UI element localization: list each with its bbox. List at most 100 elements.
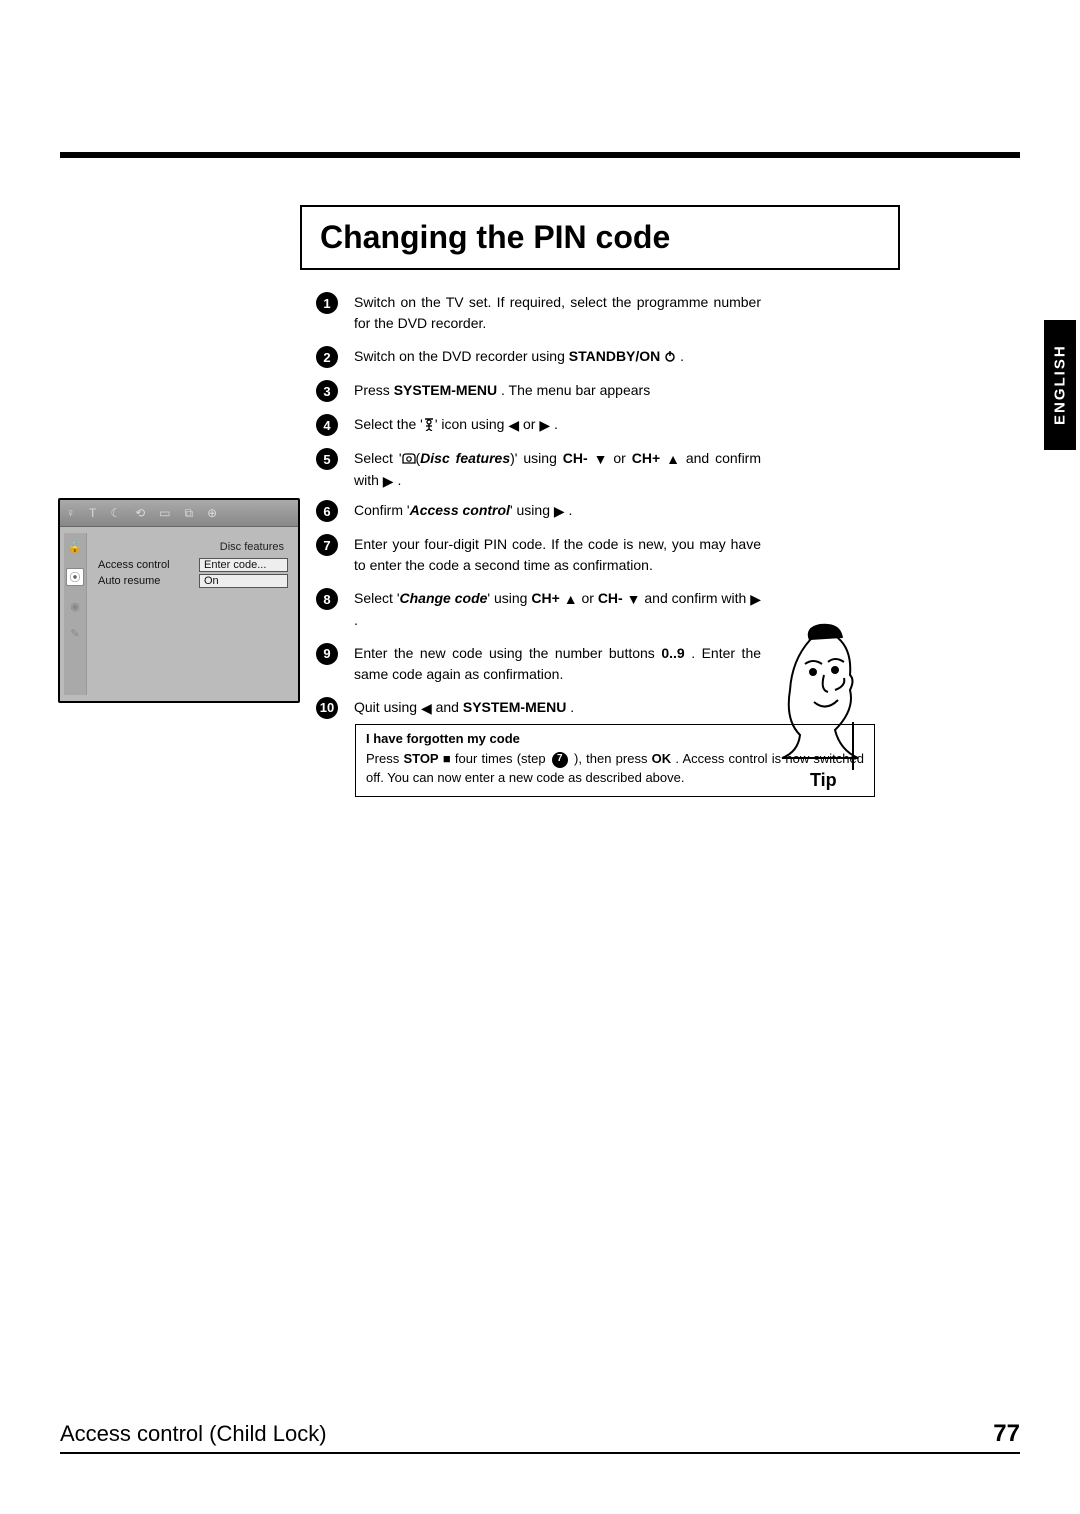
step-text: Press SYSTEM-MENU . The menu bar appears: [354, 380, 761, 401]
bold-text: OK: [652, 751, 672, 766]
text: four times (step: [451, 751, 550, 766]
left-icon: ◀: [508, 416, 519, 432]
text: .: [550, 416, 558, 432]
step-number-bullet: 9: [316, 643, 338, 665]
language-tab: ENGLISH: [1044, 320, 1076, 450]
text: ' using: [487, 590, 531, 606]
step: 10 Quit using ◀ and SYSTEM-MENU .: [316, 697, 761, 719]
section-title-box: Changing the PIN code: [300, 205, 900, 270]
text: . The menu bar appears: [497, 382, 650, 398]
emphasis-text: Change code: [400, 590, 488, 606]
text: or: [519, 416, 539, 432]
step-number-bullet: 7: [316, 534, 338, 556]
up-icon: ▲: [564, 590, 578, 606]
osd-icon: ⊕: [207, 506, 217, 520]
footer-page-number: 77: [993, 1420, 1020, 1448]
text: ' icon using: [435, 416, 509, 432]
tip-body: Press STOP ■ four times (step 7 ), then …: [366, 750, 864, 788]
osd-row-value: Enter code...: [199, 558, 288, 572]
step: 4 Select the '' icon using ◀ or ▶ .: [316, 414, 761, 436]
text: ' using: [510, 502, 554, 518]
emphasis-text: Disc features: [420, 450, 510, 466]
tip-title: I have forgotten my code: [366, 731, 864, 746]
step: 2 Switch on the DVD recorder using STANDB…: [316, 346, 761, 368]
wrench-icon: ✎: [70, 627, 79, 640]
bold-text: CH-: [563, 450, 588, 466]
step-ref-bullet: 7: [552, 752, 568, 768]
text: Enter the new code using the number butt…: [354, 645, 661, 661]
bold-text: 0..9: [661, 645, 684, 661]
step-text: Select 'Change code' using CH+ ▲ or CH- …: [354, 588, 761, 631]
section-title: Changing the PIN code: [320, 219, 880, 256]
osd-icon: ☾: [110, 506, 121, 520]
page-footer: Access control (Child Lock) 77: [60, 1420, 1020, 1454]
tip-label: Tip: [810, 770, 837, 791]
osd-row-label: Access control: [98, 559, 193, 571]
right-icon: ▶: [539, 416, 550, 432]
osd-icon: T: [89, 506, 96, 520]
osd-icon: ♀: [66, 506, 75, 520]
right-icon: ▶: [750, 590, 761, 606]
steps-block-1: 1 Switch on the TV set. If required, sele…: [316, 292, 761, 504]
up-icon: ▲: [666, 450, 680, 466]
osd-row: Access control Enter code...: [98, 557, 288, 573]
osd-heading: Disc features: [98, 541, 288, 557]
bold-text: CH-: [598, 590, 623, 606]
text: Select ': [354, 590, 400, 606]
down-icon: ▼: [627, 590, 641, 606]
text: Confirm ': [354, 502, 410, 518]
step-text: Enter your four-digit PIN code. If the c…: [354, 534, 761, 576]
step: 3 Press SYSTEM-MENU . The menu bar appear…: [316, 380, 761, 402]
step-number-bullet: 10: [316, 697, 338, 719]
bold-text: STOP: [403, 751, 438, 766]
bold-text: CH+: [632, 450, 660, 466]
osd-side-icons: 🔒 ⦿ ◉ ✎: [64, 533, 87, 695]
step-number-bullet: 1: [316, 292, 338, 314]
text: and: [432, 699, 463, 715]
text: or: [607, 450, 631, 466]
right-icon: ▶: [383, 472, 394, 488]
tip-box: I have forgotten my code Press STOP ■ fo…: [355, 724, 875, 797]
osd-topbar: ♀ T ☾ ⟲ ▭ ⧉ ⊕: [60, 500, 298, 527]
bold-text: CH+: [531, 590, 559, 606]
osd-icon: ⟲: [135, 506, 145, 520]
text: Switch on the DVD recorder using: [354, 348, 569, 364]
left-icon: ◀: [421, 699, 432, 715]
step-number-bullet: 3: [316, 380, 338, 402]
disc-icon: [402, 450, 416, 466]
step-number-bullet: 2: [316, 346, 338, 368]
text: )' using: [510, 450, 563, 466]
footer-section-title: Access control (Child Lock): [60, 1421, 327, 1447]
text: Press: [354, 382, 394, 398]
step-number-bullet: 6: [316, 500, 338, 522]
step: 9 Enter the new code using the number but…: [316, 643, 761, 685]
osd-icon: ▭: [159, 506, 170, 520]
step-text: Select the '' icon using ◀ or ▶ .: [354, 414, 761, 436]
step: 1 Switch on the TV set. If required, sele…: [316, 292, 761, 334]
step-number-bullet: 5: [316, 448, 338, 470]
step-text: Switch on the DVD recorder using STANDBY…: [354, 346, 761, 367]
text: Switch on the TV set. If required, selec…: [354, 294, 761, 331]
person-icon: [423, 416, 435, 432]
power-icon: [664, 348, 676, 364]
top-rule: [60, 152, 1020, 158]
step-text: Switch on the TV set. If required, selec…: [354, 292, 761, 334]
disc-icon: ⦿: [66, 568, 84, 586]
osd-row-value: On: [199, 574, 288, 588]
right-icon: ▶: [554, 502, 565, 518]
step: 8Select 'Change code' using CH+ ▲ or CH-…: [316, 588, 761, 631]
square-icon: ■: [443, 751, 451, 766]
text: .: [676, 348, 684, 364]
text: Enter your four-digit PIN code. If the c…: [354, 536, 761, 573]
bold-text: SYSTEM-MENU: [394, 382, 497, 398]
dot-icon: ◉: [70, 600, 80, 613]
step-text: Quit using ◀ and SYSTEM-MENU .: [354, 697, 761, 719]
bold-text: STANDBY/ON: [569, 348, 661, 364]
text: Select ': [354, 450, 402, 466]
down-icon: ▼: [594, 450, 608, 466]
text: ), then press: [570, 751, 652, 766]
lock-icon: 🔒: [68, 541, 82, 554]
step-number-bullet: 4: [316, 414, 338, 436]
text: or: [578, 590, 598, 606]
osd-row-label: Auto resume: [98, 575, 193, 587]
